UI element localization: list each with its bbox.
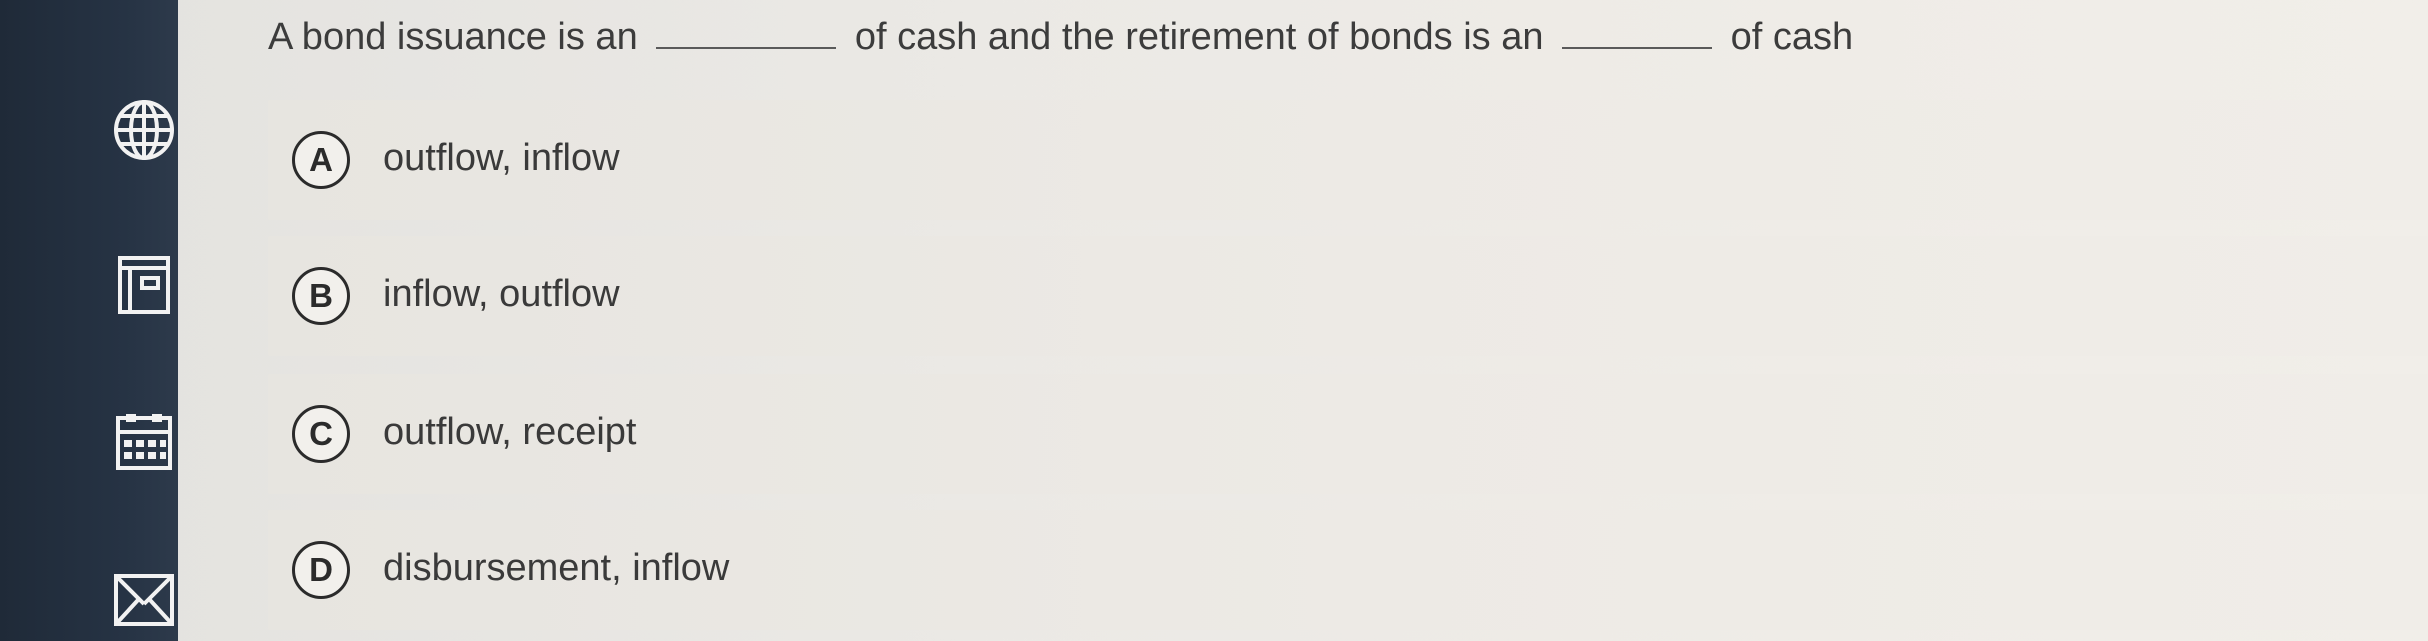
question-text: A bond issuance is an of cash and the re…: [268, 12, 1853, 62]
blank-1: [656, 17, 837, 49]
option-text: disbursement, inflow: [383, 547, 730, 589]
calendar-icon[interactable]: [112, 410, 176, 474]
option-text: inflow, outflow: [383, 273, 620, 315]
option-text: outflow, inflow: [383, 137, 620, 179]
option-text: outflow, receipt: [383, 411, 637, 453]
option-letter: D: [292, 541, 350, 599]
option-b[interactable]: B inflow, outflow: [268, 236, 2428, 356]
book-icon[interactable]: [112, 252, 176, 316]
main-content: A bond issuance is an of cash and the re…: [178, 0, 2428, 641]
sidebar: [0, 0, 178, 641]
question-part-2: of cash and the retirement of bonds is a…: [854, 16, 1544, 58]
option-letter: B: [292, 267, 350, 325]
option-letter: A: [292, 131, 350, 189]
question-part-3: of cash: [1730, 16, 1854, 58]
question-part-1: A bond issuance is an: [268, 16, 638, 58]
blank-2: [1562, 17, 1713, 49]
mail-icon[interactable]: [112, 568, 176, 632]
option-d[interactable]: D disbursement, inflow: [268, 510, 2428, 630]
globe-icon[interactable]: [112, 98, 176, 162]
option-letter: C: [292, 405, 350, 463]
option-a[interactable]: A outflow, inflow: [268, 100, 2428, 220]
option-c[interactable]: C outflow, receipt: [268, 374, 2428, 494]
